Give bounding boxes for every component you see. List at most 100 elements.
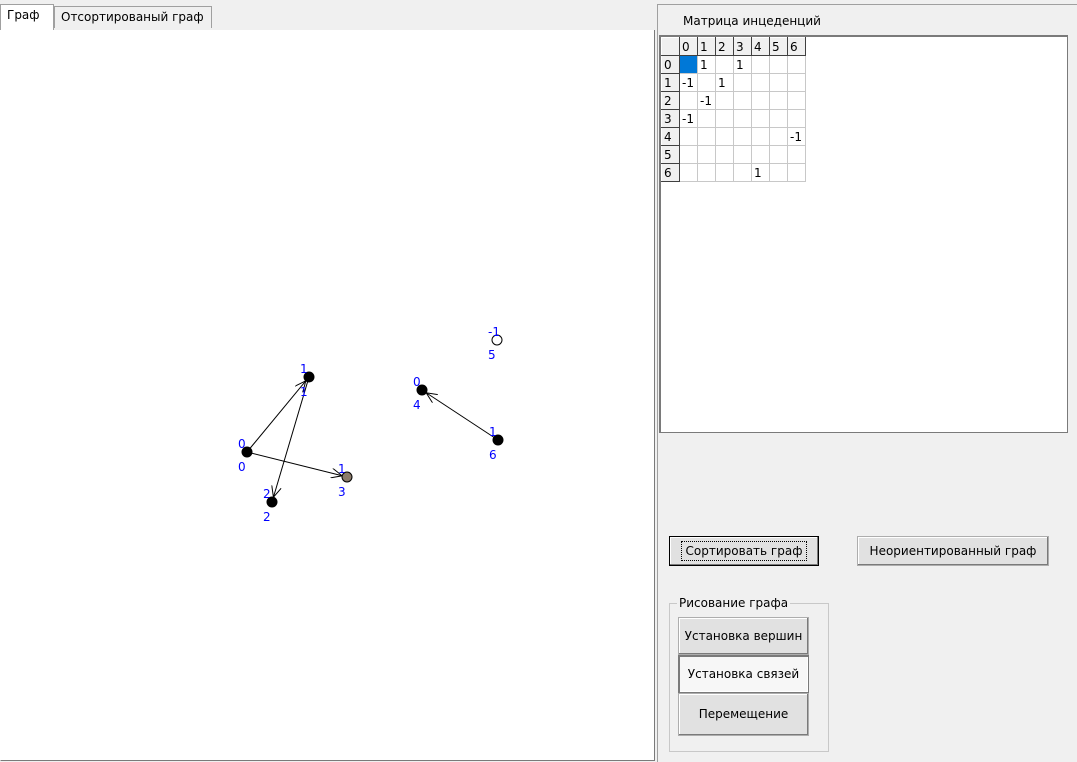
matrix-cell[interactable]: -1 xyxy=(679,73,698,92)
matrix-cell[interactable] xyxy=(733,163,752,182)
matrix-column-header: 1 xyxy=(697,37,716,56)
matrix-cell[interactable] xyxy=(733,91,752,110)
tab-graph[interactable]: Граф xyxy=(0,4,54,30)
matrix-row: 2 -1 xyxy=(661,91,806,110)
matrix-cell[interactable]: -1 xyxy=(697,91,716,110)
vertex-weight-label: 0 xyxy=(238,437,246,451)
vertex-weight-label: 1 xyxy=(300,362,308,376)
matrix-cell[interactable] xyxy=(715,127,734,146)
matrix-cell[interactable] xyxy=(769,163,788,182)
matrix-cell[interactable] xyxy=(751,127,770,146)
vertex-weight-label: 0 xyxy=(413,375,421,389)
matrix-cell[interactable] xyxy=(733,73,752,92)
matrix-column-header: 0 xyxy=(679,37,698,56)
drawing-groupbox-title: Рисование графа xyxy=(677,596,791,610)
graph-edge-0-3 xyxy=(246,451,342,476)
vertex-id-label: 2 xyxy=(263,510,271,524)
matrix-cell[interactable] xyxy=(679,55,698,74)
matrix-cell[interactable]: 1 xyxy=(715,73,734,92)
matrix-cell[interactable] xyxy=(733,127,752,146)
vertex-id-label: 4 xyxy=(413,398,421,412)
matrix-row: 011 xyxy=(661,55,806,74)
vertex-id-label: 5 xyxy=(488,348,496,362)
graph-canvas-panel[interactable]: 0 0 1 1 2 2 1 3 0 4 -1 5 1 6 xyxy=(0,30,655,761)
matrix-row-header: 4 xyxy=(661,127,680,146)
matrix-cell[interactable]: -1 xyxy=(787,127,806,146)
matrix-row-header: 1 xyxy=(661,73,680,92)
matrix-cell[interactable] xyxy=(751,55,770,74)
matrix-cell[interactable] xyxy=(751,109,770,128)
graph-edge-6-4 xyxy=(426,393,499,441)
edges-layer xyxy=(246,376,499,497)
set-edges-button[interactable]: Установка связей xyxy=(678,655,809,693)
incidence-matrix-table[interactable]: 0 1 2 3 4 5 6 0 1 1 1 -1 1 2 -1 3 -1 4 -1 5 6 1 xyxy=(661,37,806,182)
matrix-cell[interactable] xyxy=(769,91,788,110)
matrix-cell[interactable]: 1 xyxy=(733,55,752,74)
matrix-cell[interactable] xyxy=(715,55,734,74)
undirected-graph-button[interactable]: Неориентированный граф xyxy=(857,536,1049,566)
matrix-cell[interactable] xyxy=(787,91,806,110)
matrix-cell[interactable] xyxy=(679,127,698,146)
matrix-cell[interactable] xyxy=(769,73,788,92)
sort-graph-button-label: Сортировать граф xyxy=(680,541,808,561)
matrix-cell[interactable] xyxy=(715,91,734,110)
matrix-cell[interactable] xyxy=(697,109,716,128)
matrix-cell[interactable] xyxy=(751,91,770,110)
matrix-row-header: 0 xyxy=(661,55,680,74)
matrix-cell[interactable] xyxy=(769,127,788,146)
matrix-cell[interactable] xyxy=(733,145,752,164)
matrix-cell[interactable] xyxy=(769,55,788,74)
graph-vertex-0[interactable]: 00 xyxy=(238,437,253,474)
matrix-cell[interactable] xyxy=(751,73,770,92)
matrix-cell[interactable] xyxy=(769,145,788,164)
matrix-cell[interactable] xyxy=(715,109,734,128)
set-vertices-button[interactable]: Установка вершин xyxy=(678,617,809,655)
incidence-matrix-grid[interactable]: 0 1 2 3 4 5 6 0 1 1 1 -1 1 2 -1 3 -1 4 -1 5 6 1 xyxy=(659,35,1068,433)
graph-vertex-6[interactable]: 16 xyxy=(489,425,504,462)
matrix-column-header: 6 xyxy=(787,37,806,56)
matrix-corner-cell xyxy=(661,37,680,56)
matrix-cell[interactable]: 1 xyxy=(751,163,770,182)
matrix-cell[interactable]: 1 xyxy=(697,55,716,74)
vertex-weight-label: 2 xyxy=(263,487,271,501)
matrix-cell[interactable] xyxy=(679,91,698,110)
matrix-cell[interactable] xyxy=(697,163,716,182)
matrix-cell[interactable] xyxy=(787,145,806,164)
matrix-cell[interactable] xyxy=(787,73,806,92)
graph-vertex-3[interactable]: 13 xyxy=(338,462,353,499)
matrix-cell[interactable]: -1 xyxy=(679,109,698,128)
vertex-weight-label: 1 xyxy=(489,425,497,439)
matrix-row-header: 6 xyxy=(661,163,680,182)
graph-vertex-1[interactable]: 11 xyxy=(300,362,315,399)
matrix-cell[interactable] xyxy=(751,145,770,164)
matrix-column-header: 2 xyxy=(715,37,734,56)
matrix-cell[interactable] xyxy=(697,145,716,164)
matrix-cell[interactable] xyxy=(787,109,806,128)
move-button[interactable]: Перемещение xyxy=(678,693,809,736)
matrix-row: 3 -1 xyxy=(661,109,806,128)
matrix-row: 61 xyxy=(661,163,806,182)
matrix-cell[interactable] xyxy=(715,163,734,182)
matrix-cell[interactable] xyxy=(715,145,734,164)
tab-sorted-graph[interactable]: Отсортированый граф xyxy=(54,6,212,28)
matrix-title: Матрица инцеденций xyxy=(683,14,821,28)
sort-graph-button[interactable]: Сортировать граф xyxy=(669,536,819,566)
matrix-cell[interactable] xyxy=(697,127,716,146)
graph-canvas[interactable]: 0011221304-1516 xyxy=(1,30,654,760)
graph-vertex-4[interactable]: 04 xyxy=(413,375,428,412)
vertex-id-label: 3 xyxy=(338,485,346,499)
graph-vertex-5[interactable]: -1 5 xyxy=(488,325,503,362)
vertices-layer: 0011221304-1516 xyxy=(238,325,504,524)
matrix-row-header: 5 xyxy=(661,145,680,164)
matrix-cell[interactable] xyxy=(679,163,698,182)
matrix-row-header: 3 xyxy=(661,109,680,128)
vertex-id-label: 6 xyxy=(489,448,497,462)
matrix-cell[interactable] xyxy=(697,73,716,92)
matrix-cell[interactable] xyxy=(679,145,698,164)
matrix-column-header: 4 xyxy=(751,37,770,56)
matrix-cell[interactable] xyxy=(769,109,788,128)
vertex-weight-label: 1 xyxy=(338,462,346,476)
matrix-cell[interactable] xyxy=(733,109,752,128)
matrix-cell[interactable] xyxy=(787,163,806,182)
matrix-cell[interactable] xyxy=(787,55,806,74)
